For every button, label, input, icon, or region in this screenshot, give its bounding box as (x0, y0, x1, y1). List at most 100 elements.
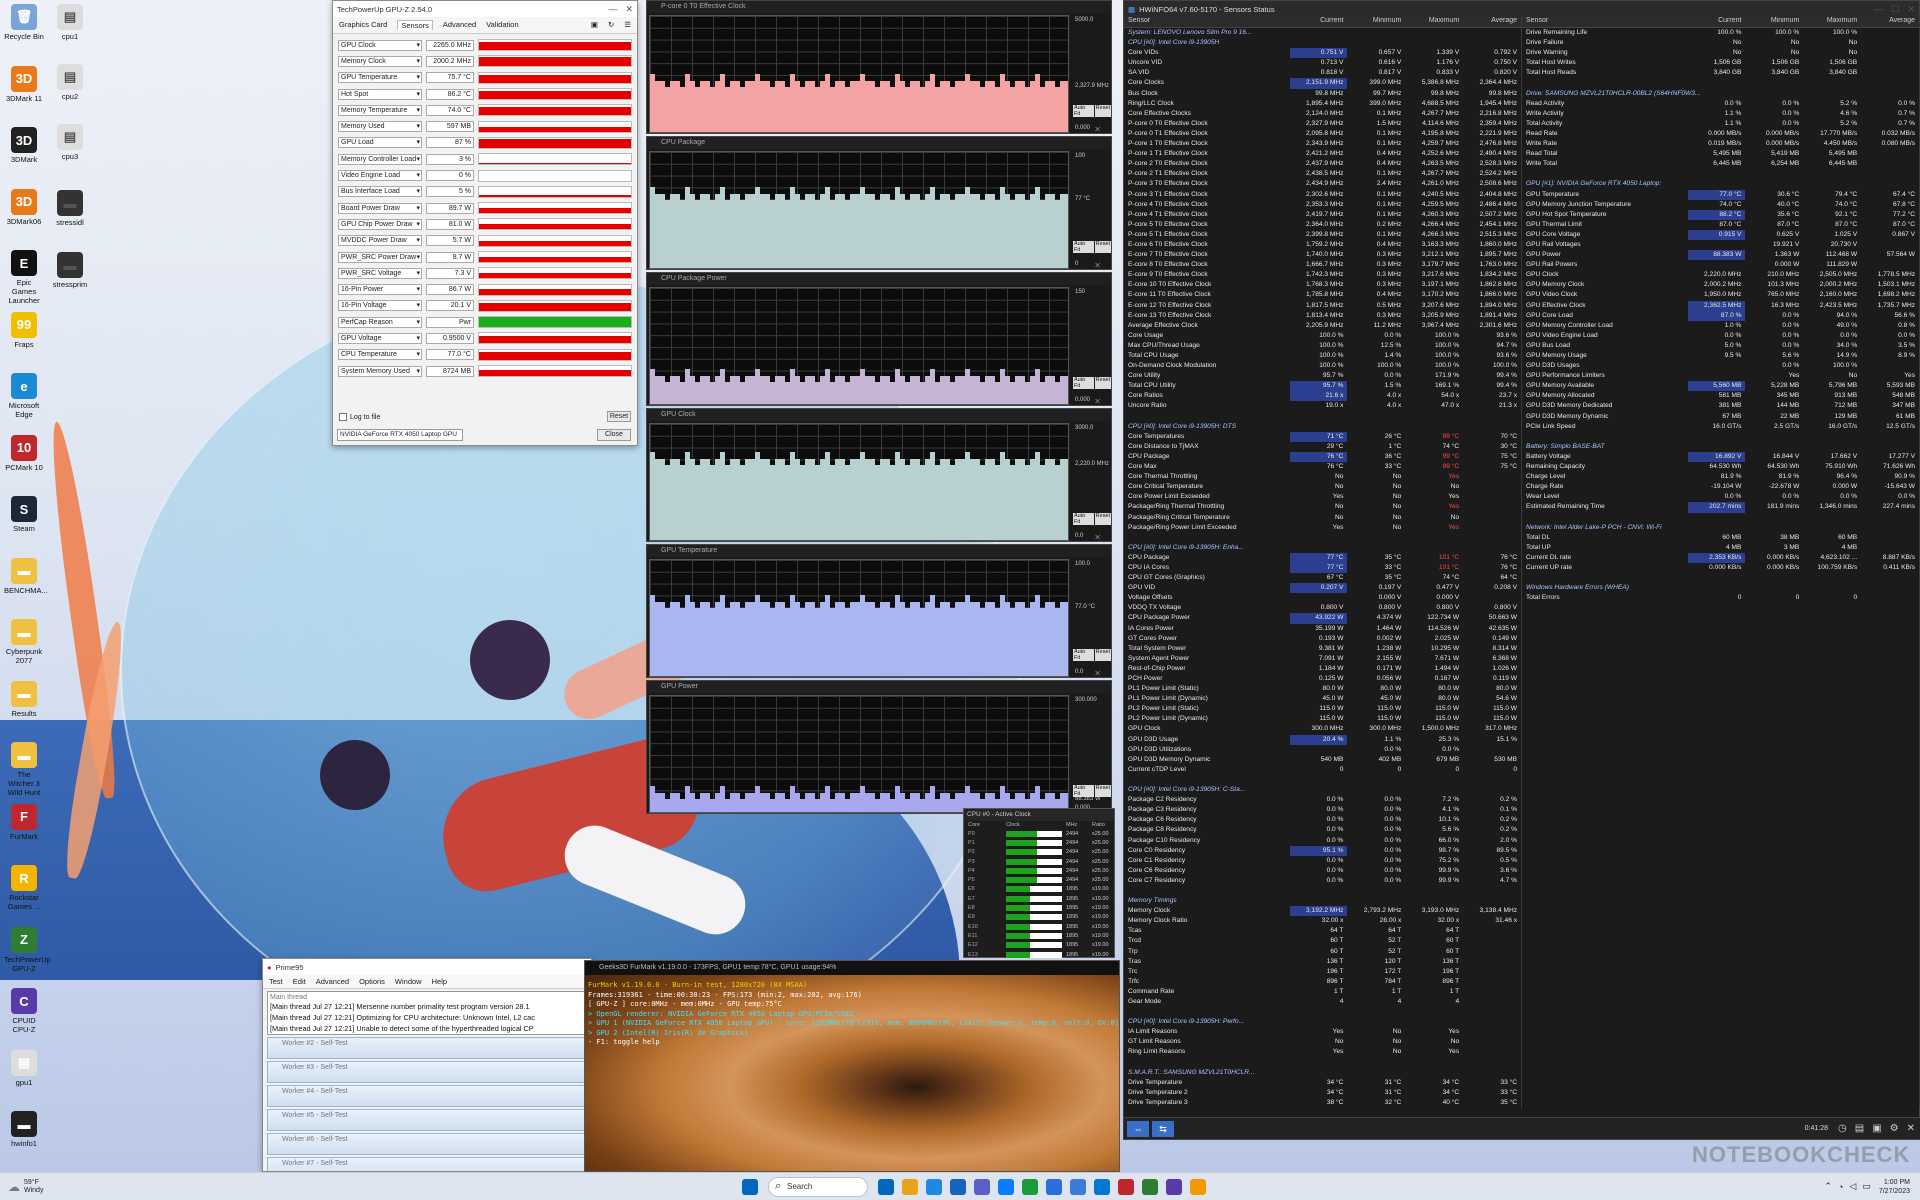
sensor-name-select[interactable]: Memory Controller Load (338, 153, 422, 165)
header-current[interactable]: Current (1290, 17, 1348, 27)
auto-fit-button[interactable]: Auto Fit (1073, 377, 1094, 389)
sensor-row[interactable]: Total Activity 1.1 % 0.0 % 5.2 % 0.7 % (1522, 119, 1919, 129)
sensor-row[interactable]: E-core 10 T0 Effective Clock 1,768.3 MHz 0… (1124, 280, 1521, 290)
sensor-name-select[interactable]: 16-Pin Voltage (338, 300, 422, 312)
sensor-row[interactable] (1522, 573, 1919, 583)
sensor-row[interactable]: P-core 1 T0 Effective Clock 2,343.9 MHz 0.… (1124, 139, 1521, 149)
sensor-row[interactable]: CPU IA Cores 77 °C 33 °C 101 °C 76 °C (1124, 562, 1521, 574)
sensor-row[interactable]: Package C6 Residency 0.0 % 0.0 % 10.1 % 0.2 … (1124, 815, 1521, 825)
sensor-row[interactable]: Core Usage 100.0 % 0.0 % 100.0 % 93.6 % (1124, 331, 1521, 341)
sensor-row[interactable]: Battery Voltage 16.892 V 16.844 V 17.662 V 1… (1522, 451, 1919, 463)
tab-validation[interactable]: Validation (486, 20, 518, 30)
sensor-row[interactable] (1124, 1007, 1521, 1017)
sensor-row[interactable]: Charge Rate -19.104 W -22.678 W 0.000 W -15.… (1522, 482, 1919, 492)
sensor-row[interactable]: Drive Failure No No No (1522, 38, 1919, 48)
sensor-row[interactable]: Current UP rate 0.000 KB/s 0.000 KB/s 100.7… (1522, 563, 1919, 573)
sensor-row[interactable]: GPU Power 88.383 W 1.363 W 112.468 W 57.564 … (1522, 250, 1919, 261)
sensor-row[interactable]: Core Max 76 °C 33 °C 99 °C 75 °C (1124, 462, 1521, 472)
sensor-row[interactable]: P-core 5 T1 Effective Clock 2,399.8 MHz 0.… (1124, 230, 1521, 240)
sensor-row[interactable]: E-core 8 T0 Effective Clock 1,666.7 MHz 0.… (1124, 260, 1521, 270)
desktop-icon[interactable]: ▬ The Witcher 3 Wild Hunt (4, 742, 44, 797)
desktop-icon[interactable]: R Rockstar Games ... (4, 865, 44, 911)
sensor-row[interactable]: GPU D3D Usage 20.4 % 1.1 % 25.3 % 15.1 % (1124, 734, 1521, 745)
sensor-name-select[interactable]: Memory Used (338, 121, 422, 133)
sensor-row[interactable]: Core VIDs 0.751 V 0.657 V 1.339 V 0.792 V (1124, 48, 1521, 59)
wifi-icon[interactable]: ◔ (1838, 1182, 1843, 1192)
sensor-row[interactable]: GPU Video Engine Load 0.0 % 0.0 % 0.0 % 0.0 … (1522, 331, 1919, 341)
desktop-icon[interactable]: ▤ cpu2 (50, 64, 90, 101)
sensor-row[interactable]: VDDQ TX Voltage 0.800 V 0.800 V 0.800 V 0.80… (1124, 603, 1521, 613)
sensor-row[interactable]: P-core 3 T1 Effective Clock 2,302.6 MHz 0.… (1124, 190, 1521, 200)
sensor-row[interactable]: GT Limit Reasons No No No (1124, 1037, 1521, 1047)
sensor-row[interactable]: Package/Ring Thermal Throttling No No Yes (1124, 502, 1521, 512)
close-icon[interactable]: ✕ (1907, 4, 1915, 15)
sensor-row[interactable]: GPU VID 0.207 V 0.197 V 0.477 V 0.208 V (1124, 583, 1521, 594)
sensor-row[interactable]: Trfc 896 T 784 T 896 T (1124, 977, 1521, 987)
reset-button[interactable]: Reset (1094, 377, 1111, 389)
taskbar-app-icon[interactable] (974, 1178, 990, 1195)
sensor-row[interactable]: Memory Clock 3,192.2 MHz 2,793.2 MHz 3,193.… (1124, 906, 1521, 917)
hwinfo-titlebar[interactable]: ▦ HWiNFO64 v7.60-5170 - Sensors Status —… (1124, 1, 1919, 17)
tab-graphics-card[interactable]: Graphics Card (339, 20, 387, 30)
save-icon[interactable]: ▣ (1872, 1123, 1881, 1134)
sensor-group-row[interactable]: Windows Hardware Errors (WHEA) (1522, 583, 1919, 593)
sensor-row[interactable]: PL1 Power Limit (Dynamic) 45.0 W 45.0 W 80.… (1124, 694, 1521, 704)
sensor-row[interactable]: CPU GT Cores (Graphics) 67 °C 35 °C 74 °C 64… (1124, 573, 1521, 583)
sensor-group-row[interactable]: CPU [#0]: Intel Core i9-13905H: Enha... (1124, 543, 1521, 553)
sensor-group-row[interactable]: CPU [#0]: Intel Core i9-13905H (1124, 38, 1521, 48)
sensor-row[interactable]: GPU D3D Usages 0.0 % 100.0 % (1522, 361, 1919, 371)
header-minimum[interactable]: Minimum (1745, 17, 1803, 27)
sensor-row[interactable] (1124, 412, 1521, 422)
sensor-row[interactable]: Core C6 Residency 0.0 % 0.0 % 99.9 % 3.6 % (1124, 866, 1521, 876)
menu-item[interactable]: Edit (293, 977, 306, 986)
sensor-row[interactable]: Trcd 60 T 52 T 60 T (1124, 936, 1521, 946)
worker-window[interactable]: Worker #3 - Self-Test (267, 1061, 587, 1083)
sensor-row[interactable]: GPU Memory Clock 2,000.2 MHz 101.3 MHz 2,00… (1522, 280, 1919, 290)
sensor-row[interactable] (1522, 513, 1919, 523)
taskbar-app-icon[interactable] (1118, 1178, 1134, 1195)
taskbar-app-icon[interactable] (950, 1178, 966, 1195)
sensor-row[interactable]: GPU Rail Powers 0.000 W 111.829 W (1522, 260, 1919, 270)
auto-fit-button[interactable]: Auto Fit (1073, 105, 1094, 117)
sensor-row[interactable]: System Agent Power 7.091 W 2.155 W 7.671 W 6… (1124, 654, 1521, 664)
taskbar-app-icon[interactable] (1022, 1178, 1038, 1195)
menu-item[interactable]: Options (359, 977, 385, 986)
sensor-row[interactable]: GPU Memory Controller Load 1.0 % 0.0 % 49.0… (1522, 321, 1919, 331)
sensor-row[interactable]: GPU Clock 300.0 MHz 300.0 MHz 1,500.0 MHz 31… (1124, 724, 1521, 734)
sensor-row[interactable]: GPU Hot Spot Temperature 88.2 °C 35.6 °C 92… (1522, 209, 1919, 220)
sensor-row[interactable] (1124, 533, 1521, 543)
sensor-row[interactable]: GPU Core Load 87.0 % 0.0 % 94.0 % 56.6 % (1522, 310, 1919, 321)
sensor-row[interactable]: GPU D3D Memory Dynamic 540 MB 402 MB 679 MB… (1124, 755, 1521, 765)
taskbar-app-icon[interactable] (902, 1178, 918, 1195)
gpuz-window[interactable]: TechPowerUp GPU-Z 2.54.0 — ✕ Graphics Car… (332, 0, 638, 446)
menu-item[interactable]: Window (395, 977, 422, 986)
sensor-row[interactable]: Current DL rate 2.353 KB/s 0.000 KB/s 4,623… (1522, 552, 1919, 563)
sensor-row[interactable]: Gear Mode 4 4 4 (1124, 997, 1521, 1007)
sensor-row[interactable]: Voltage Offsets 0.000 V 0.000 V (1124, 593, 1521, 603)
desktop-icon[interactable]: ▬ Cyberpunk 2077 (4, 619, 44, 665)
sensor-name-select[interactable]: Hot Spot (338, 88, 422, 100)
gpuz-titlebar[interactable]: TechPowerUp GPU-Z 2.54.0 — ✕ (333, 1, 637, 17)
sensor-name-select[interactable]: PWR_SRC Voltage (338, 267, 422, 279)
desktop-icon[interactable]: 3D 3DMark 11 (4, 65, 44, 103)
sensor-row[interactable]: Drive Temperature 2 34 °C 31 °C 34 °C 33 °C (1124, 1088, 1521, 1098)
worker-window[interactable]: Worker #4 - Self-Test (267, 1085, 587, 1107)
log-checkbox[interactable] (339, 413, 347, 421)
sensor-row[interactable]: Bus Clock 99.8 MHz 99.7 MHz 99.8 MHz 99.8 MH… (1124, 89, 1521, 99)
sensor-row[interactable]: Core Temperatures 71 °C 26 °C 99 °C 70 °C (1124, 431, 1521, 442)
sensor-row[interactable]: Core Ratios 21.6 x 4.0 x 54.0 x 23.7 x (1124, 391, 1521, 402)
sensor-row[interactable]: Estimated Remaining Time 202.7 mins 181.9 … (1522, 502, 1919, 513)
sensor-row[interactable]: Read Activity 0.0 % 0.0 % 5.2 % 0.0 % (1522, 99, 1919, 109)
sensor-row[interactable]: Package C10 Residency 0.0 % 0.0 % 66.0 % 2.0… (1124, 836, 1521, 846)
taskbar-app-icon[interactable] (1094, 1178, 1110, 1195)
sensor-row[interactable]: PCH Power 0.125 W 0.056 W 0.167 W 0.119 W (1124, 674, 1521, 684)
desktop-icon[interactable]: 🗑 Recycle Bin (4, 4, 44, 41)
desktop-icon[interactable]: ▤ gpu1 (4, 1049, 44, 1087)
sensor-row[interactable]: Core Distance to TjMAX 29 °C 1 °C 74 °C 30 °… (1124, 442, 1521, 452)
sensor-name-select[interactable]: Memory Clock (338, 55, 422, 67)
sensor-row[interactable]: GPU Memory Usage 9.5 % 5.6 % 14.9 % 8.9 % (1522, 351, 1919, 361)
auto-fit-button[interactable]: Auto Fit (1073, 649, 1094, 661)
sensor-row[interactable]: E-core 12 T0 Effective Clock 1,817.5 MHz 0… (1124, 301, 1521, 311)
sensor-row[interactable]: Package C3 Residency 0.0 % 0.0 % 4.1 % 0.1 % (1124, 805, 1521, 815)
sensor-row[interactable]: Package C8 Residency 0.0 % 0.0 % 5.6 % 0.2 % (1124, 825, 1521, 835)
